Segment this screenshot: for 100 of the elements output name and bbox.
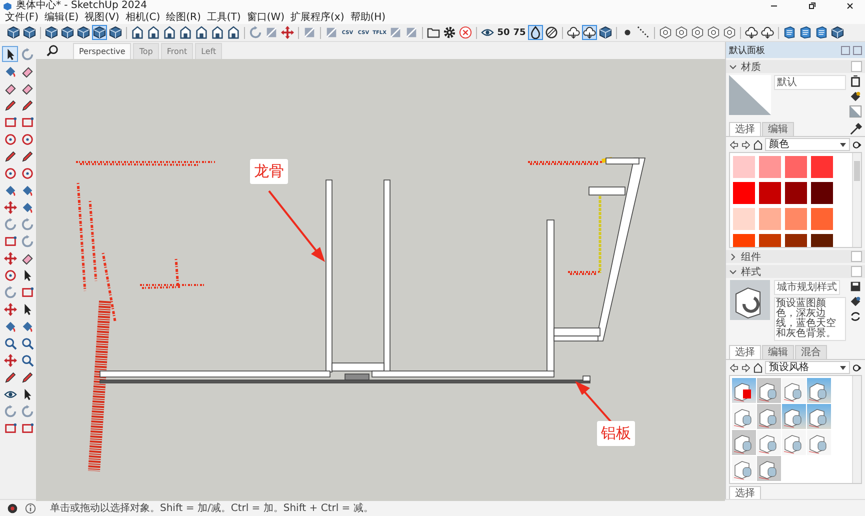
style-thumbnail[interactable] bbox=[757, 378, 781, 403]
bucket-icon[interactable] bbox=[849, 75, 862, 88]
magnifier-icon bbox=[20, 354, 34, 366]
back-icon[interactable] bbox=[729, 140, 739, 150]
info-icon[interactable] bbox=[24, 502, 37, 514]
refresh-icon[interactable] bbox=[849, 310, 862, 323]
toolbar-button[interactable] bbox=[528, 25, 543, 40]
home-icon[interactable] bbox=[753, 362, 763, 372]
toolbar-button[interactable] bbox=[544, 25, 559, 40]
eraser-icon bbox=[20, 64, 34, 78]
restore-icon[interactable] bbox=[807, 1, 817, 11]
home-icon[interactable] bbox=[753, 140, 763, 150]
style-thumbnail[interactable] bbox=[732, 378, 756, 403]
toolbar-button[interactable] bbox=[830, 25, 845, 40]
description-field[interactable]: 预设蓝图颜色，深灰边线，蓝色天空和灰色背景。 bbox=[774, 297, 846, 341]
color-swatch[interactable] bbox=[733, 182, 755, 204]
menu-item[interactable]: 文件(F) bbox=[5, 12, 39, 24]
color-swatch[interactable] bbox=[759, 208, 781, 230]
toolbar-button[interactable] bbox=[60, 25, 75, 40]
library-dropdown[interactable]: 预设风格 bbox=[765, 361, 850, 374]
name-field[interactable]: 城市规划样式 bbox=[774, 280, 840, 295]
style-thumbnail[interactable] bbox=[807, 404, 831, 429]
scrollbar[interactable] bbox=[852, 153, 861, 247]
close-button[interactable] bbox=[853, 46, 862, 54]
style-thumbnail[interactable] bbox=[807, 378, 831, 403]
toolbar-button[interactable] bbox=[22, 25, 37, 40]
color-swatch[interactable] bbox=[733, 208, 755, 230]
toolbar-button[interactable] bbox=[108, 25, 123, 40]
panel-title: 默认面板 bbox=[729, 44, 765, 56]
toolbar-button[interactable] bbox=[92, 25, 107, 40]
panel-tab[interactable]: 编辑 bbox=[762, 345, 794, 359]
style-thumbnail[interactable] bbox=[757, 430, 781, 455]
toolbar-button[interactable] bbox=[76, 25, 91, 40]
close-icon[interactable] bbox=[845, 1, 855, 11]
forward-icon[interactable] bbox=[741, 140, 751, 150]
eyedropper-icon[interactable] bbox=[849, 123, 862, 136]
toolbar-button[interactable] bbox=[44, 25, 59, 40]
scene-tab[interactable]: Perspective bbox=[73, 43, 132, 59]
color-swatch[interactable] bbox=[785, 182, 807, 204]
details-icon[interactable] bbox=[852, 140, 862, 150]
toolbar-button[interactable] bbox=[6, 25, 21, 40]
style-thumbnail[interactable] bbox=[732, 456, 756, 481]
menu-item[interactable]: 窗口(W) bbox=[246, 12, 285, 24]
name-field[interactable]: 默认 bbox=[774, 75, 846, 90]
panel-tab[interactable]: 混合 bbox=[795, 345, 827, 359]
panel-tab[interactable]: 选择 bbox=[729, 486, 761, 500]
search-icon[interactable] bbox=[46, 44, 59, 57]
style-thumbnail[interactable] bbox=[782, 378, 806, 403]
menu-item[interactable]: 扩展程序(x) bbox=[290, 12, 344, 24]
menu-item[interactable]: 工具(T) bbox=[206, 12, 241, 24]
color-swatch[interactable] bbox=[811, 156, 833, 178]
menu-item[interactable]: 视图(V) bbox=[84, 12, 120, 24]
panel-tab[interactable]: 编辑 bbox=[762, 122, 794, 136]
style-thumbnail[interactable] bbox=[782, 430, 806, 455]
scene-tab[interactable]: Top bbox=[133, 43, 159, 59]
scene-tab[interactable]: Left bbox=[195, 43, 222, 59]
menu-item[interactable]: 编辑(E) bbox=[44, 12, 79, 24]
scrollbar[interactable] bbox=[852, 376, 861, 483]
panel-tab[interactable]: 选择 bbox=[729, 122, 761, 136]
color-swatch[interactable] bbox=[785, 156, 807, 178]
toolbar-button[interactable] bbox=[442, 25, 457, 40]
panel-tab[interactable]: 选择 bbox=[729, 345, 761, 359]
material-swatch-icon[interactable] bbox=[849, 105, 862, 118]
library-dropdown[interactable]: 颜色 bbox=[765, 138, 850, 151]
tool-button[interactable] bbox=[2, 46, 18, 62]
scene-tab[interactable]: Front bbox=[160, 43, 194, 59]
style-thumbnail[interactable] bbox=[782, 404, 806, 429]
style-thumbnail[interactable] bbox=[757, 456, 781, 481]
forward-icon[interactable] bbox=[741, 362, 751, 372]
details-icon[interactable] bbox=[852, 362, 862, 372]
paint-bucket-icon[interactable] bbox=[849, 90, 862, 103]
color-swatch[interactable] bbox=[811, 208, 833, 230]
toolbar-button[interactable] bbox=[636, 25, 651, 40]
section-header[interactable]: 样式 bbox=[726, 265, 865, 278]
save-icon[interactable] bbox=[849, 280, 862, 293]
toolbar-button[interactable] bbox=[582, 25, 597, 40]
color-swatch[interactable] bbox=[733, 156, 755, 178]
section-header[interactable]: 材质 bbox=[726, 60, 865, 73]
toolbar-button[interactable] bbox=[598, 25, 613, 40]
tool-button[interactable] bbox=[2, 335, 18, 351]
color-swatch[interactable] bbox=[759, 156, 781, 178]
color-swatch[interactable] bbox=[785, 208, 807, 230]
paint-bucket-icon[interactable] bbox=[849, 295, 862, 308]
menu-item[interactable]: 相机(C) bbox=[125, 12, 160, 24]
tool-button[interactable] bbox=[19, 335, 35, 351]
pin-button[interactable] bbox=[841, 46, 850, 54]
color-swatch[interactable] bbox=[811, 182, 833, 204]
menu-item[interactable]: 帮助(H) bbox=[350, 12, 386, 24]
move-icon bbox=[4, 354, 16, 366]
back-icon[interactable] bbox=[729, 362, 739, 372]
tool-button[interactable] bbox=[19, 352, 35, 368]
orbit-icon bbox=[20, 48, 34, 60]
style-thumbnail[interactable] bbox=[807, 430, 831, 455]
circle-icon bbox=[4, 166, 16, 180]
style-thumbnail[interactable] bbox=[732, 404, 756, 429]
color-swatch[interactable] bbox=[759, 182, 781, 204]
menu-item[interactable]: 绘图(R) bbox=[166, 12, 201, 24]
style-thumbnail[interactable] bbox=[757, 404, 781, 429]
style-thumbnail[interactable] bbox=[732, 430, 756, 455]
section-header[interactable]: 组件 bbox=[726, 250, 865, 263]
